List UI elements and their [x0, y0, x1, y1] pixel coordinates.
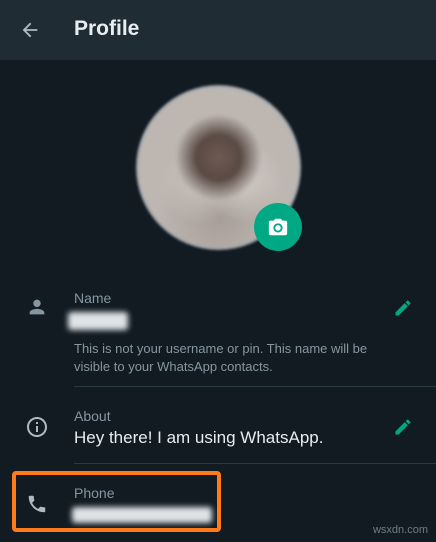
- page-title: Profile: [74, 17, 140, 40]
- watermark: wsxdn.com: [372, 524, 428, 536]
- divider: [74, 463, 436, 464]
- person-icon: [24, 294, 50, 320]
- pencil-icon: [395, 300, 411, 316]
- about-value: Hey there! I am using WhatsApp.: [74, 428, 324, 447]
- about-row[interactable]: About Hey there! I am using WhatsApp.: [0, 398, 436, 462]
- name-row[interactable]: Name This is not your username or pin. T…: [0, 280, 436, 385]
- highlight-box: [12, 471, 221, 532]
- info-icon: [24, 414, 50, 440]
- app-bar: Profile: [0, 0, 436, 60]
- arrow-left-icon: [22, 22, 38, 38]
- name-value-redacted: [68, 312, 128, 330]
- divider: [74, 386, 436, 387]
- name-label: Name: [74, 290, 112, 306]
- about-label: About: [74, 408, 111, 424]
- name-note: This is not your username or pin. This n…: [74, 341, 368, 374]
- edit-about-button[interactable]: [390, 414, 416, 440]
- pencil-icon: [395, 419, 411, 435]
- profile-photo-section: [136, 85, 302, 251]
- camera-icon: [268, 218, 288, 236]
- edit-name-button[interactable]: [390, 295, 416, 321]
- change-photo-button[interactable]: [254, 203, 302, 251]
- back-button[interactable]: [14, 14, 46, 46]
